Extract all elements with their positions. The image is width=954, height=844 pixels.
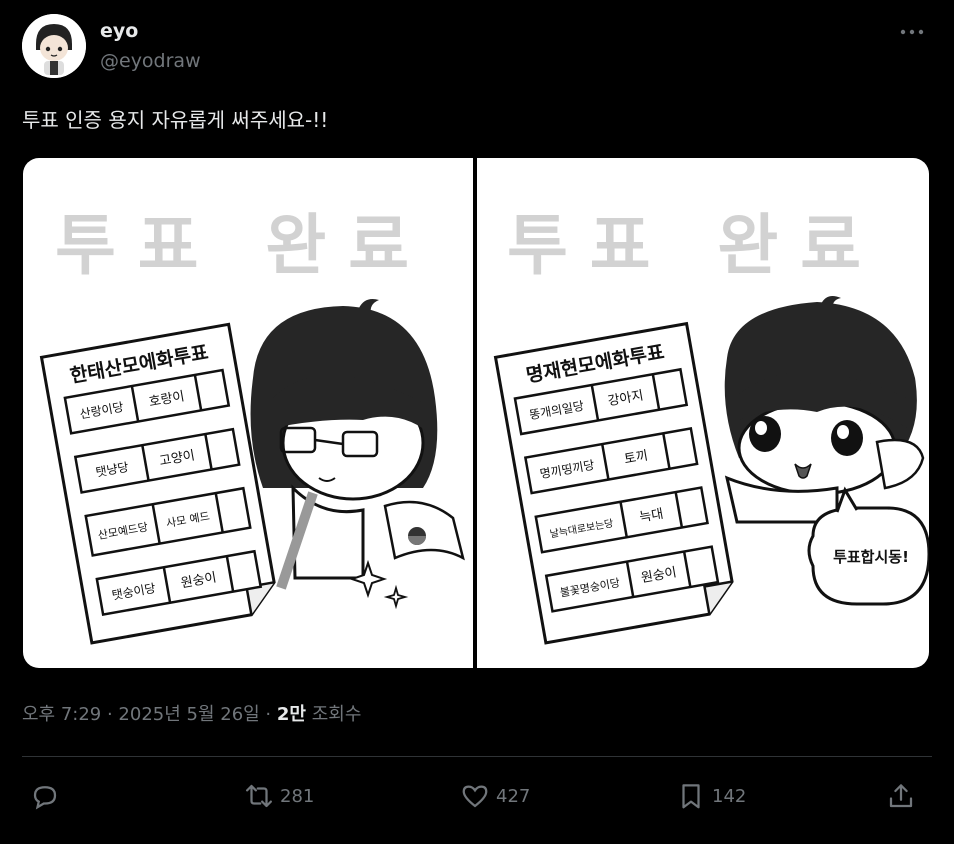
media-image-left[interactable]: 투표 완료 한태산모에화투표 산랑이당 호랑이 탯냥당 고양이 산모예드당 사모…	[23, 158, 473, 668]
character-illustration	[250, 299, 465, 610]
ballot-paper: 한태산모에화투표 산랑이당 호랑이 탯냥당 고양이 산모예드당 사모 예드 탯숭…	[39, 322, 276, 645]
bookmark-button[interactable]: 142	[676, 776, 746, 816]
panel-title: 투표 완료	[55, 207, 431, 284]
reply-button[interactable]	[30, 776, 66, 816]
media-image-right[interactable]: 투표 완료 명재현모에화투표 똥개의일당 강아지 명끼띵끼당 토끼 날늑대로보는…	[477, 158, 929, 668]
like-count: 427	[496, 785, 531, 807]
like-button[interactable]: 427	[460, 776, 530, 816]
tweet-meta: 오후 7:29 · 2025년 5월 26일 · 2만 조회수	[22, 700, 361, 726]
bookmark-count: 142	[712, 785, 747, 807]
avatar[interactable]	[22, 14, 86, 78]
character-illustration: 투표합시동!	[724, 296, 929, 606]
share-icon	[889, 784, 913, 808]
views-label: 조회수	[311, 704, 362, 725]
timestamp[interactable]: 오후 7:29 · 2025년 5월 26일 ·	[22, 704, 271, 725]
retweet-button[interactable]: 281	[244, 776, 314, 816]
retweet-count: 281	[280, 785, 315, 807]
tweet-actions: 281 427 142	[22, 776, 932, 816]
divider	[22, 756, 932, 757]
reply-icon	[33, 786, 57, 810]
share-button[interactable]	[886, 776, 916, 816]
speech-bubble-text: 투표합시동!	[833, 548, 909, 566]
author-name[interactable]: eyo	[100, 20, 138, 42]
retweet-icon	[246, 784, 272, 808]
tweet-text: 투표 인증 용지 자유롭게 써주세요-!!	[22, 108, 329, 132]
heart-icon	[462, 785, 488, 808]
more-options-icon[interactable]	[898, 24, 926, 38]
author-handle[interactable]: @eyodraw	[100, 50, 201, 72]
tweet-header: eyo @eyodraw	[22, 14, 932, 78]
tweet-media[interactable]: 투표 완료 한태산모에화투표 산랑이당 호랑이 탯냥당 고양이 산모예드당 사모…	[23, 158, 929, 668]
ballot-paper: 명재현모에화투표 똥개의일당 강아지 명끼띵끼당 토끼 날늑대로보는당 늑대 불…	[493, 321, 734, 645]
bookmark-icon	[682, 784, 700, 809]
views-count: 2만	[276, 704, 306, 725]
panel-title: 투표 완료	[507, 207, 883, 284]
